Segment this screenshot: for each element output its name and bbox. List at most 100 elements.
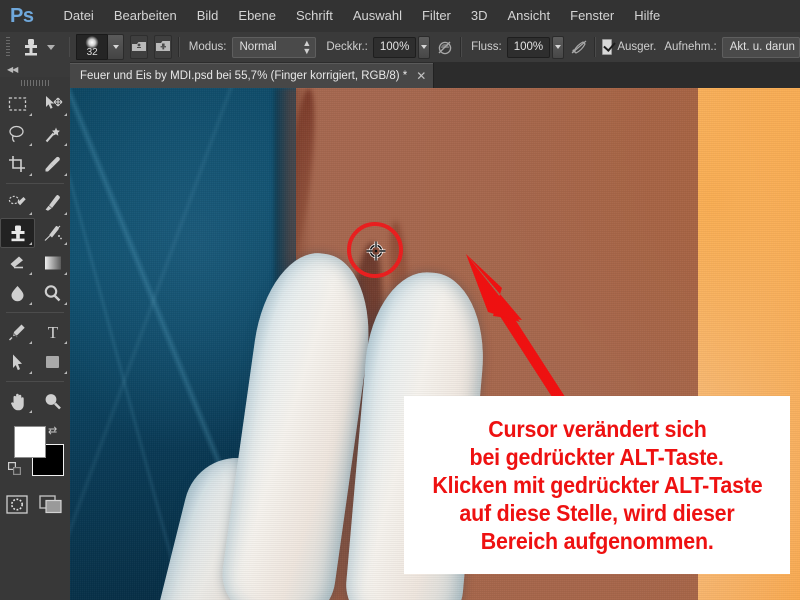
menu-item-ebene[interactable]: Ebene xyxy=(228,0,286,32)
flyout-triangle-icon xyxy=(64,113,67,116)
photoshop-logo: Ps xyxy=(10,5,34,27)
color-swatches: ⇄ xyxy=(0,422,70,484)
tool-group-navigation xyxy=(0,386,70,416)
quick-mask-toggle[interactable] xyxy=(4,494,30,521)
zoom-tool[interactable] xyxy=(35,386,70,416)
blend-mode-select[interactable]: Normal ▲ ▼ xyxy=(231,36,317,58)
flow-value: 100% xyxy=(513,41,544,53)
foreground-color-swatch[interactable] xyxy=(14,426,46,458)
flyout-triangle-icon xyxy=(29,371,32,374)
tool-group-selection xyxy=(0,89,70,179)
flyout-triangle-icon xyxy=(64,173,67,176)
options-divider-2 xyxy=(178,37,180,57)
brush-size-value: 32 xyxy=(86,47,98,58)
document-tab-title: Feuer und Eis by MDI.psd bei 55,7% (Fing… xyxy=(80,69,408,82)
airbrush-icon[interactable] xyxy=(570,36,588,58)
eraser-tool[interactable] xyxy=(0,248,35,278)
image-canvas[interactable]: Cursor verändert sich bei gedrückter ALT… xyxy=(70,88,800,600)
document-tab-bar: Feuer und Eis by MDI.psd bei 55,7% (Fing… xyxy=(70,62,800,89)
history-brush-tool[interactable] xyxy=(35,218,70,248)
toolbar-divider-2 xyxy=(6,312,64,313)
opacity-input[interactable]: 100% xyxy=(372,36,417,58)
brush-size-preview[interactable]: 32 xyxy=(76,34,109,60)
menu-item-3d[interactable]: 3D xyxy=(461,0,498,32)
menu-item-schrift[interactable]: Schrift xyxy=(286,0,343,32)
menu-item-bild[interactable]: Bild xyxy=(187,0,229,32)
flyout-triangle-icon xyxy=(64,272,67,275)
mode-buttons-row xyxy=(0,494,70,521)
sample-value: Akt. u. darun xyxy=(729,41,795,53)
tool-group-vector: T xyxy=(0,317,70,377)
lasso-tool[interactable] xyxy=(0,119,35,149)
eyedropper-tool[interactable] xyxy=(35,149,70,179)
flyout-triangle-icon xyxy=(29,113,32,116)
magic-wand-tool[interactable] xyxy=(35,119,70,149)
sample-select[interactable]: Akt. u. darun xyxy=(721,36,800,58)
move-tool[interactable] xyxy=(35,89,70,119)
menu-item-auswahl[interactable]: Auswahl xyxy=(343,0,412,32)
callout-line-3: Klicken mit gedrückter ALT-Taste xyxy=(431,471,763,498)
opacity-chevron-down-icon[interactable] xyxy=(418,35,431,59)
menu-item-fenster[interactable]: Fenster xyxy=(560,0,624,32)
menu-item-filter[interactable]: Filter xyxy=(412,0,461,32)
options-divider-3 xyxy=(460,37,463,57)
menu-item-bearbeiten[interactable]: Bearbeiten xyxy=(104,0,187,32)
default-colors-icon[interactable] xyxy=(8,462,21,475)
rectangle-shape-tool[interactable] xyxy=(35,347,70,377)
aligned-label: Ausger. xyxy=(617,41,657,53)
pen-tool[interactable] xyxy=(0,317,35,347)
type-tool[interactable]: T xyxy=(35,317,70,347)
menu-item-datei[interactable]: Datei xyxy=(53,0,103,32)
opacity-value: 100% xyxy=(379,41,410,53)
callout-line-5: Bereich aufgenommen. xyxy=(480,528,714,555)
collapse-panel-icon[interactable]: ◀◀ xyxy=(7,65,18,74)
swap-colors-icon[interactable]: ⇄ xyxy=(48,424,57,437)
svg-text:T: T xyxy=(47,323,58,341)
rectangular-marquee-tool[interactable] xyxy=(0,89,35,119)
document-tab[interactable]: Feuer und Eis by MDI.psd bei 55,7% (Fing… xyxy=(70,63,435,88)
toolbar-header[interactable]: ◀◀ xyxy=(0,62,70,78)
flyout-triangle-icon xyxy=(64,371,67,374)
path-selection-tool[interactable] xyxy=(0,347,35,377)
close-icon[interactable]: ✕ xyxy=(416,70,426,82)
gradient-tool[interactable] xyxy=(35,248,70,278)
clone-source-panel-icon[interactable] xyxy=(154,35,173,59)
flow-chevron-down-icon[interactable] xyxy=(552,35,565,59)
aligned-checkbox[interactable] xyxy=(601,39,613,55)
flyout-triangle-icon xyxy=(29,341,32,344)
tools-panel: T ⇄ xyxy=(0,77,70,600)
mode-label: Modus: xyxy=(188,41,227,53)
toolbar-grip[interactable] xyxy=(0,77,70,89)
options-divider-4 xyxy=(594,37,596,57)
blur-tool[interactable] xyxy=(0,278,35,308)
tool-preset-chevron-down-icon[interactable] xyxy=(46,44,55,50)
flyout-triangle-icon xyxy=(29,302,32,305)
flyout-triangle-icon xyxy=(29,272,32,275)
stepper-updown-icon: ▲ ▼ xyxy=(302,38,312,56)
pressure-opacity-icon[interactable] xyxy=(436,36,454,58)
flow-input[interactable]: 100% xyxy=(506,36,551,58)
brush-tool[interactable] xyxy=(35,188,70,218)
spot-healing-brush-tool[interactable] xyxy=(0,188,35,218)
menu-item-hilfe[interactable]: Hilfe xyxy=(624,0,670,32)
flyout-triangle-icon xyxy=(64,341,67,344)
dodge-tool[interactable] xyxy=(35,278,70,308)
clone-stamp-icon[interactable] xyxy=(19,36,43,58)
toolbar-divider-3 xyxy=(6,381,64,382)
options-bar-grip[interactable] xyxy=(6,37,10,57)
brush-picker-chevron-down-icon[interactable] xyxy=(108,34,125,60)
hand-tool[interactable] xyxy=(0,386,35,416)
toolbar-divider-1 xyxy=(6,183,64,184)
crop-tool[interactable] xyxy=(0,149,35,179)
options-divider-1 xyxy=(68,37,71,57)
clone-stamp-tool[interactable] xyxy=(0,218,35,248)
brush-panel-icon[interactable] xyxy=(130,35,149,59)
flyout-triangle-icon xyxy=(64,212,67,215)
callout-line-4: auf diese Stelle, wird dieser xyxy=(459,500,735,527)
menu-bar: Ps Datei Bearbeiten Bild Ebene Schrift A… xyxy=(0,0,800,32)
flyout-triangle-icon xyxy=(29,173,32,176)
menu-item-ansicht[interactable]: Ansicht xyxy=(498,0,561,32)
sample-label: Aufnehm.: xyxy=(664,41,717,53)
blend-mode-value: Normal xyxy=(239,41,277,53)
screen-mode-button[interactable] xyxy=(38,494,66,521)
